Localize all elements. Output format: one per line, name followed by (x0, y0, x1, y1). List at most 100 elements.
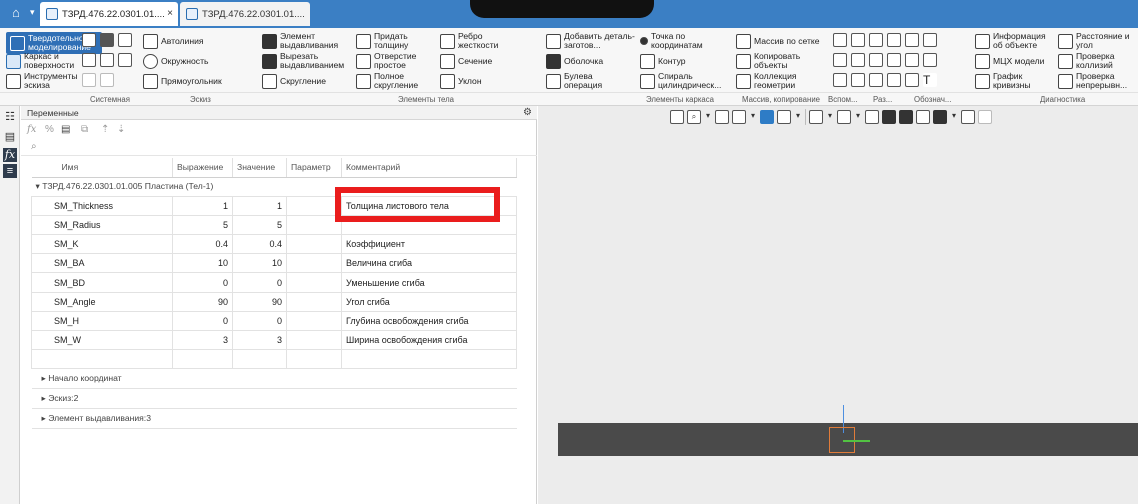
new-file-icon[interactable] (82, 33, 96, 47)
var-comment[interactable]: Ширина освобождения сгиба (341, 329, 517, 351)
chevron-down-icon[interactable]: ▾ (749, 110, 757, 124)
chevron-down-icon[interactable]: ▾ (30, 7, 35, 18)
new-var-parameter[interactable] (286, 349, 342, 370)
column-header-value[interactable]: Значение (232, 158, 287, 178)
plane-icon[interactable] (833, 33, 847, 47)
var-expression[interactable]: 3 (172, 329, 233, 351)
print-icon[interactable] (82, 53, 96, 67)
section-markup[interactable]: Обознач... (914, 95, 951, 104)
var-name[interactable]: SM_H (31, 310, 173, 332)
search-input[interactable] (45, 140, 525, 154)
table-row[interactable]: SM_BA 10 10 Величина сгиба (31, 253, 517, 274)
rib-button[interactable]: Ребро жесткости (440, 32, 518, 50)
draft-button[interactable]: Уклон (440, 74, 482, 89)
var-name[interactable]: SM_W (31, 329, 173, 351)
model-viewport[interactable]: ⌕ ▾ ▾ ▾ ▾ ▾ ▾ (538, 106, 1138, 504)
var-comment[interactable]: Величина сгиба (341, 253, 517, 274)
section-view-icon[interactable] (809, 110, 823, 124)
autoline-button[interactable]: Автолиния (143, 34, 204, 49)
section-diagnostics[interactable]: Диагностика (1040, 95, 1085, 104)
cut-icon[interactable] (851, 73, 865, 87)
collision-check-button[interactable]: Проверка коллизий (1058, 52, 1138, 70)
sketch-plane-icon[interactable] (887, 33, 901, 47)
roughness-icon[interactable] (923, 53, 937, 67)
angle-icon[interactable] (905, 53, 919, 67)
boolean-button[interactable]: Булева операция (546, 72, 624, 90)
variables-fx-icon[interactable]: fx (3, 148, 17, 162)
var-expression[interactable]: 1 (172, 195, 233, 216)
section-body-elements[interactable]: Элементы тела (398, 95, 454, 104)
move-down-icon[interactable]: ⇣ (117, 124, 125, 135)
weld-icon[interactable] (869, 73, 883, 87)
table-icon[interactable]: ▤ (61, 124, 70, 135)
percent-icon[interactable]: % (45, 124, 54, 135)
camera-icon[interactable] (916, 110, 930, 124)
var-expression[interactable]: 0 (172, 272, 233, 293)
var-comment[interactable]: Коэффициент (341, 234, 517, 255)
move-up-icon[interactable]: ⇡ (101, 124, 109, 135)
section-wireframe-elements[interactable]: Элементы каркаса (646, 95, 714, 104)
grid-pattern-button[interactable]: Массив по сетке (736, 34, 820, 49)
section-aux[interactable]: Вспом... (828, 95, 858, 104)
var-expression[interactable]: 5 (172, 214, 233, 236)
circle-button[interactable]: Окружность (143, 54, 209, 69)
column-header-parameter[interactable]: Параметр (286, 158, 342, 178)
collapsed-group-row[interactable]: ▸ Элемент выдавливания:3 (31, 408, 517, 430)
table-row[interactable]: SM_BD 0 0 Уменьшение сгиба (31, 272, 517, 293)
leader-icon[interactable] (887, 73, 901, 87)
base-icon[interactable] (905, 73, 919, 87)
section-split[interactable]: Раз... (873, 95, 892, 104)
menu-icon[interactable]: ≡ (3, 164, 17, 178)
extrude-button[interactable]: Элемент выдавливания (262, 32, 350, 50)
var-name[interactable]: SM_Angle (31, 291, 173, 312)
rectangle-button[interactable]: Прямоугольник (143, 74, 222, 89)
column-header-comment[interactable]: Комментарий (341, 158, 517, 178)
home-icon[interactable]: ⌂ (12, 6, 26, 20)
distance-angle-button[interactable]: Расстояние и угол (1058, 32, 1138, 50)
column-header-expression[interactable]: Выражение (172, 158, 233, 178)
dimension-icon[interactable] (923, 33, 937, 47)
geometry-collection-button[interactable]: Коллекция геометрии (736, 72, 814, 90)
new-var-comment[interactable] (341, 349, 517, 370)
link-icon[interactable]: ⧉ (81, 124, 88, 135)
table-row[interactable]: SM_K 0.4 0.4 Коэффициент (31, 234, 517, 255)
chevron-down-icon[interactable]: ▾ (826, 110, 834, 124)
thicken-button[interactable]: Придать толщину (356, 32, 434, 50)
var-expression[interactable]: 0.4 (172, 234, 233, 255)
chevron-down-icon[interactable]: ▾ (704, 110, 712, 124)
section-button[interactable]: Сечение (440, 54, 492, 69)
rotate-view-icon[interactable] (715, 110, 729, 124)
properties-icon[interactable]: ▤ (3, 130, 17, 144)
display-settings-icon[interactable] (837, 110, 851, 124)
continuity-check-button[interactable]: Проверка непрерывн... (1058, 72, 1138, 90)
add-blank-button[interactable]: Добавить деталь-заготов... (546, 32, 644, 50)
redo-icon[interactable] (100, 73, 114, 87)
curve-icon[interactable] (833, 73, 847, 87)
close-icon[interactable]: × (167, 8, 173, 19)
axis-icon[interactable] (851, 33, 865, 47)
var-name[interactable]: SM_Thickness (31, 195, 173, 216)
var-name[interactable]: SM_Radius (31, 214, 173, 236)
curvature-graph-button[interactable]: График кривизны (975, 72, 1043, 90)
shell-button[interactable]: Оболочка (546, 54, 603, 69)
tab-document-1[interactable]: ТЗРД.476.22.0301.01.... × (40, 2, 178, 26)
var-expression[interactable]: 0 (172, 310, 233, 332)
section-system[interactable]: Системная (90, 95, 130, 104)
new-var-name[interactable] (31, 349, 173, 370)
function-icon[interactable]: fx (27, 124, 36, 135)
snap-icon[interactable] (865, 110, 879, 124)
var-comment[interactable]: Глубина освобождения сгиба (341, 310, 517, 332)
empty-row[interactable] (31, 349, 517, 370)
full-fillet-button[interactable]: Полное скругление (356, 72, 434, 90)
table-row[interactable]: SM_H 0 0 Глубина освобождения сгиба (31, 310, 517, 332)
var-comment[interactable]: Угол сгиба (341, 291, 517, 312)
var-name[interactable]: SM_BD (31, 272, 173, 293)
rotate-icon[interactable] (869, 53, 883, 67)
var-parameter[interactable] (286, 234, 342, 255)
mass-properties-button[interactable]: МЦХ модели (975, 54, 1044, 69)
tab-document-2[interactable]: ТЗРД.476.22.0301.01.... (180, 2, 310, 26)
wireframe-surfaces-button[interactable]: Каркас и поверхности (6, 52, 94, 70)
filter-icon[interactable] (933, 110, 947, 124)
cut-extrude-button[interactable]: Вырезать выдавливанием (262, 52, 350, 70)
layers-icon[interactable] (899, 110, 913, 124)
